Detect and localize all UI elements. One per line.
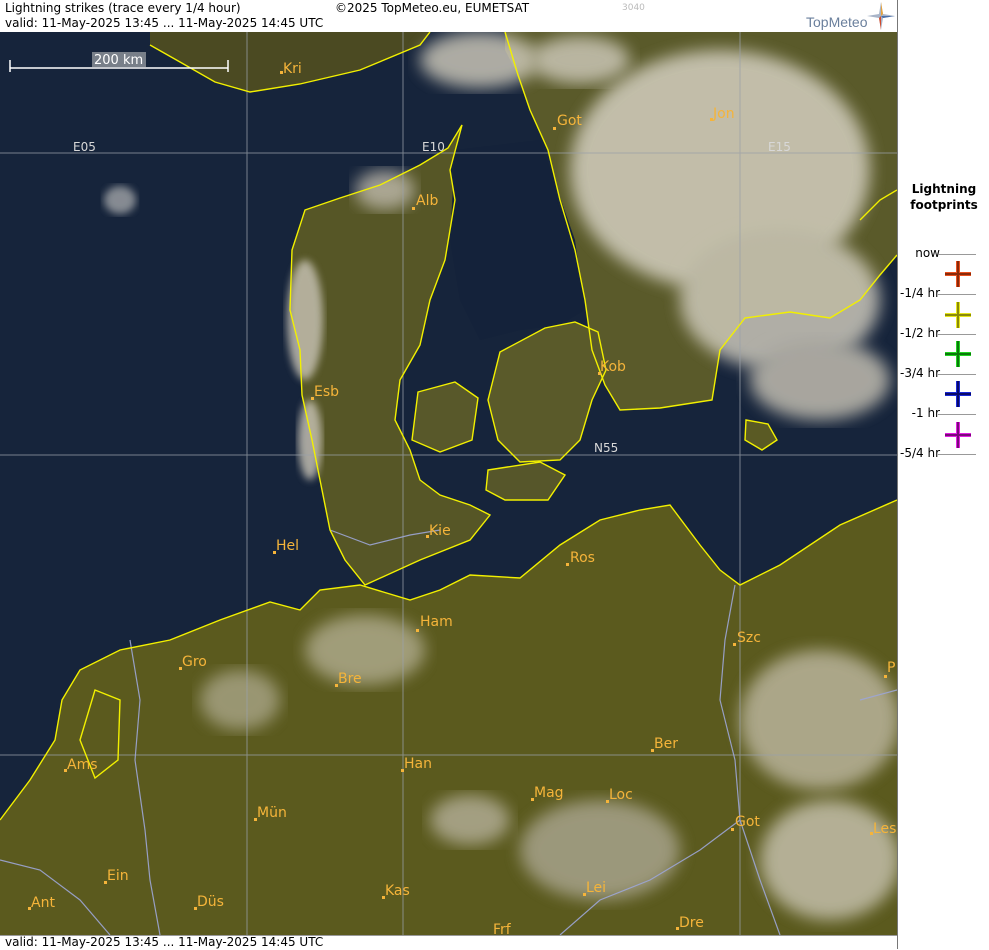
grid-label-n55: N55 — [594, 441, 618, 455]
city-label: Gro — [182, 654, 207, 670]
city-label: Hel — [276, 538, 299, 554]
city-label: Kob — [600, 359, 626, 375]
city-label: Jon — [712, 106, 735, 122]
city-label: Mag — [534, 785, 564, 801]
city-label: Düs — [197, 894, 224, 910]
city-label: Lei — [586, 880, 606, 896]
city-label: Ant — [31, 895, 55, 911]
lightning-cross-icon-quarter — [945, 261, 971, 287]
city-label: Dre — [679, 915, 704, 931]
satellite-map[interactable]: 200 km E05 E10 E15 N55 Kri Got Jon Alb K… — [0, 32, 897, 935]
legend-label-quarter: -1/4 hr — [900, 286, 940, 300]
scale-label: 200 km — [94, 53, 143, 68]
city-label: Ber — [654, 736, 678, 752]
city-label: Szc — [737, 630, 761, 646]
lightning-cross-icon-one-hour — [945, 381, 971, 407]
lightning-cross-icon-five-quarter — [945, 422, 971, 448]
city-label: Kri — [283, 61, 302, 77]
legend-divider — [938, 454, 976, 455]
footer: valid: 11-May-2025 13:45 ... 11-May-2025… — [0, 935, 897, 950]
city-label: Got — [557, 113, 582, 129]
map-canvas[interactable]: 200 km E05 E10 E15 N55 Kri Got Jon Alb K… — [0, 32, 897, 935]
city-label: Han — [404, 756, 432, 772]
grid-label-e05: E05 — [73, 140, 96, 154]
city-label: Ham — [420, 614, 453, 630]
city-label: Ein — [107, 868, 129, 884]
brand-logo-text: TopMeteo — [806, 14, 868, 30]
city-label: Les — [873, 821, 896, 837]
legend-title-line1: Lightning — [911, 182, 977, 196]
city-label: Ros — [570, 550, 595, 566]
legend-label-five-quarter: -5/4 hr — [900, 446, 940, 460]
city-label: Alb — [416, 193, 438, 209]
legend-divider — [938, 254, 976, 255]
city-label: Kas — [385, 883, 410, 899]
compass-logo-icon — [867, 2, 895, 30]
city-label: Mün — [257, 805, 287, 821]
legend-title-line2: footprints — [910, 198, 978, 212]
legend-title: Lightning footprints — [898, 181, 989, 213]
grid-label-e15: E15 — [768, 140, 791, 154]
legend-label-half: -1/2 hr — [900, 326, 940, 340]
city-label: Ams — [67, 757, 98, 773]
city-label: Got — [735, 814, 760, 830]
footer-validity-text: valid: 11-May-2025 13:45 ... 11-May-2025… — [5, 935, 324, 949]
city-label: Esb — [314, 384, 339, 400]
lightning-legend: Lightning footprints now -1/4 hr -1/2 hr… — [897, 0, 989, 949]
page-title: Lightning strikes (trace every 1/4 hour) — [5, 1, 241, 15]
city-label: Frf — [493, 922, 512, 935]
copyright-text: ©2025 TopMeteo.eu, EUMETSAT — [335, 1, 530, 15]
legend-divider — [938, 294, 976, 295]
city-label: P — [887, 660, 895, 676]
city-label: Bre — [338, 671, 362, 687]
grid-label-e10: E10 — [422, 140, 445, 154]
city-label: Loc — [609, 787, 633, 803]
legend-label-one-hour: -1 hr — [911, 406, 940, 420]
legend-label-three-quarter: -3/4 hr — [900, 366, 940, 380]
lightning-cross-icon-three-quarter — [945, 341, 971, 367]
legend-divider — [938, 334, 976, 335]
city-label: Kie — [429, 523, 451, 539]
legend-divider — [938, 414, 976, 415]
map-code: 3040 — [622, 3, 645, 13]
header: Lightning strikes (trace every 1/4 hour)… — [0, 0, 897, 33]
validity-text: valid: 11-May-2025 13:45 ... 11-May-2025… — [5, 16, 324, 30]
legend-label-now: now — [915, 246, 940, 260]
lightning-cross-icon-half — [945, 302, 971, 328]
legend-divider — [938, 374, 976, 375]
